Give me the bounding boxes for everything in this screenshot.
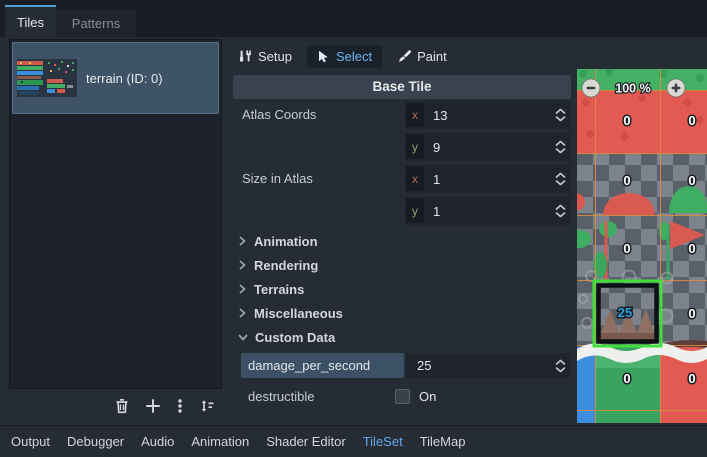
paint-button[interactable]: Paint — [390, 46, 454, 67]
bottom-item-tilemap[interactable]: TileMap — [420, 434, 466, 449]
tab-patterns-label: Patterns — [72, 16, 120, 31]
tile-label: 0 — [688, 371, 695, 386]
bottom-item-animation[interactable]: Animation — [191, 434, 249, 449]
tile-atlas-view[interactable]: 0 0 0 0 0 0 0 0 0 25 100 % — [577, 69, 707, 423]
tile-label: 0 — [623, 173, 630, 188]
selected-tile-value-label: 25 — [618, 305, 632, 320]
chevron-right-icon — [238, 260, 247, 270]
atlas-coords-y-field[interactable]: y 9 — [405, 133, 571, 161]
menu-icon[interactable] — [176, 398, 184, 414]
brush-icon — [397, 49, 411, 63]
chevron-right-icon — [238, 236, 247, 246]
setup-button[interactable]: Setup — [231, 46, 299, 67]
tile-label: 0 — [623, 371, 630, 386]
atlas-tool-tabs: Setup Select Paint — [231, 42, 454, 70]
add-icon[interactable] — [145, 398, 161, 414]
tile-label: 0 — [623, 113, 630, 128]
atlas-coords-y-value[interactable]: 9 — [433, 140, 555, 155]
bottom-item-audio[interactable]: Audio — [141, 434, 174, 449]
tile-label: 0 — [623, 241, 630, 256]
atlas-coords-x-field[interactable]: x 13 — [405, 101, 571, 129]
spinner-icon[interactable] — [555, 204, 566, 218]
custom-data-destructible-row: destructible On — [233, 381, 571, 411]
section-custom-data[interactable]: Custom Data — [233, 325, 571, 349]
spinner-icon[interactable] — [555, 172, 566, 186]
section-label: Miscellaneous — [254, 306, 343, 321]
size-in-atlas-y-value[interactable]: 1 — [433, 204, 555, 219]
zoom-in-button[interactable] — [667, 79, 685, 97]
destructible-label: destructible — [233, 389, 395, 404]
section-label: Animation — [254, 234, 318, 249]
spinner-icon[interactable] — [555, 108, 566, 122]
trash-icon[interactable] — [114, 398, 130, 414]
atlas-texture: 0 0 0 0 0 0 0 0 0 25 100 % — [577, 69, 707, 423]
tile-label: 0 — [688, 241, 695, 256]
tab-bar: Tiles Patterns — [0, 0, 707, 37]
damage-per-second-value[interactable]: 25 — [406, 358, 555, 373]
list-item[interactable]: terrain (ID: 0) — [12, 42, 219, 114]
chevron-right-icon — [238, 308, 247, 318]
section-label: Custom Data — [255, 330, 335, 345]
paint-label: Paint — [417, 49, 447, 64]
bottom-item-tileset[interactable]: TileSet — [363, 434, 403, 449]
bottom-item-shader-editor[interactable]: Shader Editor — [266, 434, 346, 449]
tileset-thumbnail — [17, 59, 77, 97]
tab-tiles-label: Tiles — [17, 15, 44, 30]
property-row-size-y: y 1 — [233, 195, 571, 227]
tile-source-list[interactable]: terrain (ID: 0) — [9, 39, 222, 389]
tile-label: 0 — [688, 173, 695, 188]
section-label: Rendering — [254, 258, 318, 273]
destructible-on-label: On — [419, 389, 436, 404]
size-in-atlas-y-field[interactable]: y 1 — [405, 197, 571, 225]
property-row-atlas-coords-x: Atlas Coords x 13 — [233, 99, 571, 131]
property-label — [233, 195, 405, 227]
select-label: Select — [336, 49, 372, 64]
tab-tiles[interactable]: Tiles — [5, 5, 56, 37]
tile-label: 0 — [688, 306, 695, 321]
size-in-atlas-x-field[interactable]: x 1 — [405, 165, 571, 193]
custom-data-damage-row: damage_per_second 25 — [233, 352, 571, 379]
property-label: Size in Atlas — [233, 163, 405, 195]
tools-icon — [238, 49, 252, 63]
tile-source-label: terrain (ID: 0) — [86, 71, 163, 86]
damage-per-second-label[interactable]: damage_per_second — [241, 353, 404, 378]
zoom-level-label: 100 % — [615, 82, 650, 96]
bottom-item-output[interactable]: Output — [11, 434, 50, 449]
base-tile-header: Base Tile — [233, 75, 571, 99]
section-rendering[interactable]: Rendering — [233, 253, 571, 277]
section-label: Terrains — [254, 282, 304, 297]
property-label: Atlas Coords — [233, 99, 405, 131]
damage-per-second-field[interactable]: 25 — [406, 353, 571, 378]
sort-icon[interactable] — [199, 398, 215, 414]
section-terrains[interactable]: Terrains — [233, 277, 571, 301]
chevron-down-icon — [238, 333, 248, 342]
tab-patterns[interactable]: Patterns — [56, 9, 136, 37]
axis-y-badge: y — [406, 199, 424, 223]
axis-x-badge: x — [406, 103, 424, 127]
destructible-checkbox[interactable] — [395, 389, 410, 404]
list-toolbar — [9, 392, 222, 420]
godot-tileset-panel: Tiles Patterns — [0, 0, 707, 457]
chevron-right-icon — [238, 284, 247, 294]
inspector-sections: Animation Rendering Terrains Miscellaneo… — [233, 229, 571, 349]
bottom-panel-bar: Output Debugger Audio Animation Shader E… — [0, 425, 707, 457]
property-row-atlas-coords-y: y 9 — [233, 131, 571, 163]
bottom-item-debugger[interactable]: Debugger — [67, 434, 124, 449]
atlas-coords-x-value[interactable]: 13 — [433, 108, 555, 123]
axis-x-badge: x — [406, 167, 424, 191]
tile-label: 0 — [688, 113, 695, 128]
zoom-out-button[interactable] — [582, 79, 600, 97]
size-in-atlas-x-value[interactable]: 1 — [433, 172, 555, 187]
select-button[interactable]: Select — [307, 45, 382, 68]
property-row-size-x: Size in Atlas x 1 — [233, 163, 571, 195]
spinner-icon[interactable] — [555, 359, 566, 373]
cursor-icon — [317, 50, 330, 63]
property-rows: Atlas Coords x 13 y 9 Size — [233, 99, 571, 227]
setup-label: Setup — [258, 49, 292, 64]
axis-y-badge: y — [406, 135, 424, 159]
section-miscellaneous[interactable]: Miscellaneous — [233, 301, 571, 325]
property-label — [233, 131, 405, 163]
section-animation[interactable]: Animation — [233, 229, 571, 253]
spinner-icon[interactable] — [555, 140, 566, 154]
